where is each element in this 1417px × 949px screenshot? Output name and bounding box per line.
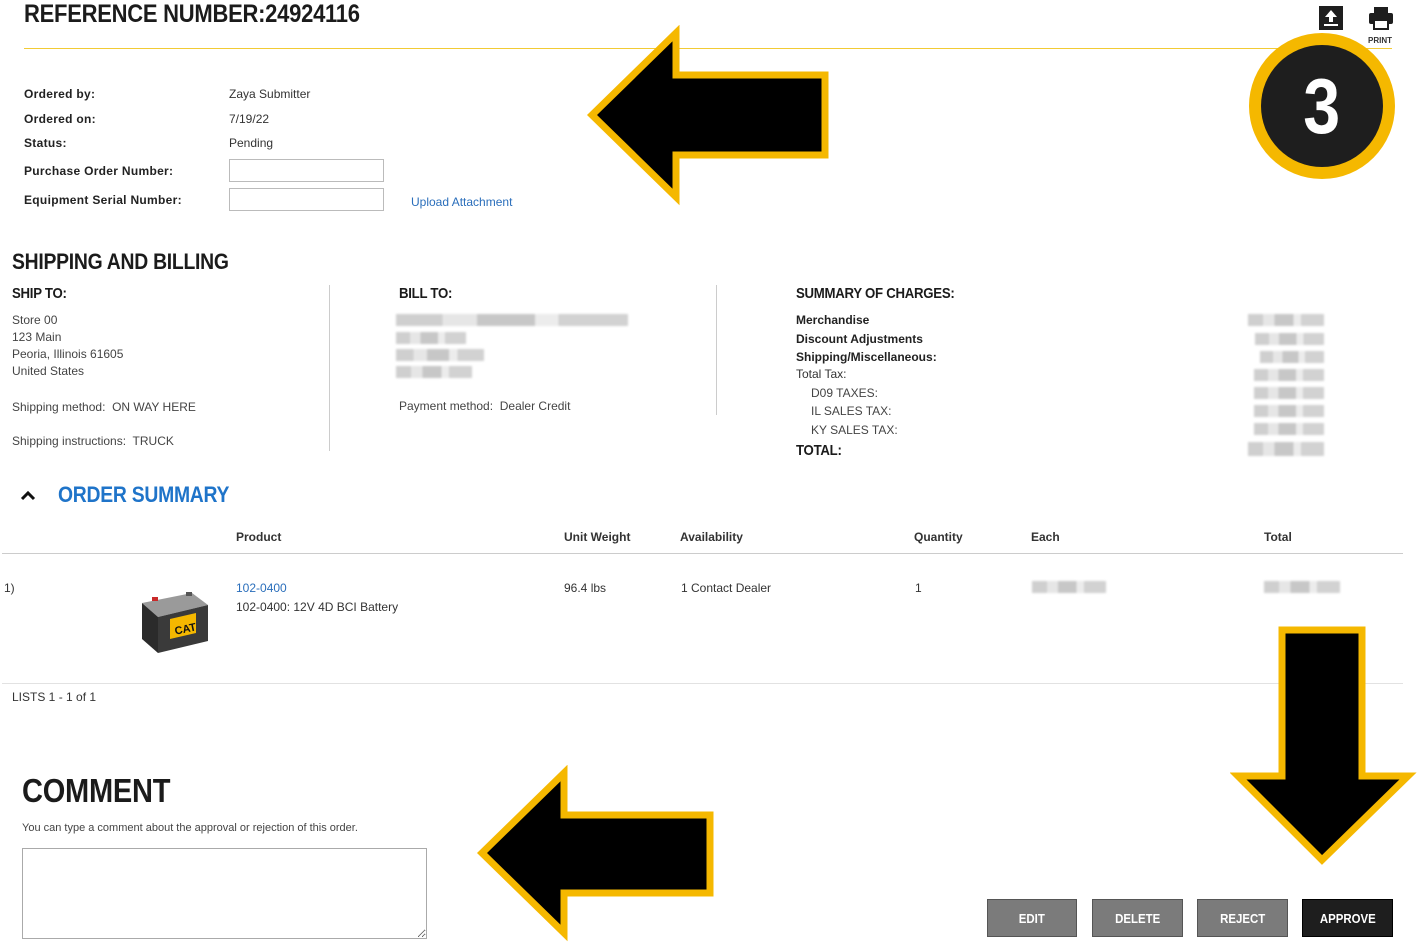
bill-to-redacted-line: [396, 314, 628, 326]
column-header-total: Total: [1264, 530, 1292, 544]
ship-to-line: Peoria, Illinois 61605: [12, 347, 124, 361]
pagination-text: LISTS 1 - 1 of 1: [12, 690, 97, 704]
total-price-redacted: [1264, 581, 1340, 593]
tax-line-amount-redacted: [1254, 423, 1324, 435]
column-header-quantity: Quantity: [914, 530, 963, 544]
status-value: Pending: [229, 136, 274, 150]
comment-title: COMMENT: [22, 772, 171, 809]
merchandise-label: Merchandise: [796, 313, 870, 327]
ship-to-line: United States: [12, 364, 85, 378]
annotation-arrow-left-icon: [586, 25, 829, 206]
column-header-each: Each: [1031, 530, 1060, 544]
availability-value: 1 Contact Dealer: [681, 581, 772, 595]
serial-number-input[interactable]: [229, 188, 384, 211]
tax-line-label: D09 TAXES:: [811, 386, 878, 400]
total-amount-redacted: [1248, 442, 1324, 456]
row-index: 1): [4, 581, 15, 595]
tax-line-label: IL SALES TAX:: [811, 404, 892, 418]
comment-textarea[interactable]: [22, 848, 427, 939]
column-header-unit-weight: Unit Weight: [564, 530, 631, 544]
step-badge: 3: [1249, 33, 1395, 179]
shipping-method: Shipping method: ON WAY HERE: [12, 399, 196, 416]
ordered-on-label: Ordered on:: [24, 112, 96, 126]
discount-amount-redacted: [1255, 333, 1324, 345]
payment-method-label: Payment method:: [399, 399, 494, 413]
total-label: TOTAL:: [796, 442, 842, 459]
unit-weight-value: 96.4 lbs: [564, 581, 607, 595]
ship-to-line: 123 Main: [12, 330, 62, 344]
bill-to-redacted-line: [396, 366, 472, 378]
comment-hint: You can type a comment about the approva…: [22, 822, 358, 834]
table-footer-divider: [2, 683, 1403, 684]
serial-number-label: Equipment Serial Number:: [24, 193, 182, 207]
product-description: 102-0400: 12V 4D BCI Battery: [236, 600, 399, 614]
tax-line-label: KY SALES TAX:: [811, 423, 898, 437]
reference-number-title: REFERENCE NUMBER:24924116: [24, 0, 360, 28]
po-number-label: Purchase Order Number:: [24, 164, 174, 178]
print-label: PRINT: [1368, 36, 1392, 45]
order-summary-title[interactable]: ORDER SUMMARY: [58, 482, 229, 508]
summary-of-charges-title: SUMMARY OF CHARGES:: [796, 285, 955, 302]
annotation-arrow-left-icon: [476, 765, 714, 942]
reject-button-label: REJECT: [1219, 910, 1266, 926]
ordered-by-value: Zaya Submitter: [229, 87, 311, 101]
shipping-billing-title: SHIPPING AND BILLING: [12, 249, 229, 274]
print-icon[interactable]: [1366, 5, 1396, 31]
discount-label: Discount Adjustments: [796, 332, 923, 346]
shipping-amount-redacted: [1260, 351, 1324, 363]
step-number: 3: [1303, 62, 1341, 150]
battery-product-image[interactable]: CAT: [138, 589, 210, 655]
table-header-divider: [2, 553, 1403, 554]
merchandise-amount-redacted: [1248, 314, 1324, 326]
edit-button-label: EDIT: [1018, 910, 1046, 926]
upload-icon[interactable]: [1318, 5, 1344, 31]
approve-button[interactable]: APPROVE: [1302, 899, 1393, 937]
payment-method: Payment method: Dealer Credit: [399, 398, 570, 415]
edit-button[interactable]: EDIT: [987, 899, 1077, 937]
bill-to-redacted-line: [396, 332, 466, 344]
upload-attachment-link[interactable]: Upload Attachment: [411, 195, 512, 209]
column-header-availability: Availability: [680, 530, 743, 544]
reject-button[interactable]: REJECT: [1197, 899, 1288, 937]
each-price-redacted: [1032, 581, 1106, 593]
bill-to-title: BILL TO:: [399, 285, 453, 302]
payment-method-value: Dealer Credit: [499, 399, 571, 413]
collapse-chevron-icon[interactable]: [19, 488, 37, 502]
shipping-method-value: ON WAY HERE: [112, 400, 196, 414]
ship-to-title: SHIP TO:: [12, 285, 67, 302]
column-divider: [329, 285, 330, 451]
shipping-method-label: Shipping method:: [12, 400, 106, 414]
ordered-on-value: 7/19/22: [229, 112, 270, 126]
column-divider: [716, 285, 717, 415]
ship-to-address: Store 00 123 Main Peoria, Illinois 61605…: [12, 312, 123, 380]
quantity-value: 1: [915, 581, 922, 595]
column-header-product: Product: [236, 530, 282, 544]
delete-button[interactable]: DELETE: [1092, 899, 1183, 937]
status-label: Status:: [24, 136, 67, 150]
delete-button-label: DELETE: [1114, 910, 1161, 926]
tax-line-amount-redacted: [1254, 405, 1324, 417]
ship-to-line: Store 00: [12, 313, 58, 327]
table-row: 1) CAT 102-0400 102-0400: 12V 4D BCI Bat…: [0, 560, 1410, 680]
ordered-by-label: Ordered by:: [24, 87, 96, 101]
shipping-instructions: Shipping instructions: TRUCK: [12, 433, 174, 450]
shipping-misc-label: Shipping/Miscellaneous:: [796, 350, 937, 364]
tax-amount-redacted: [1254, 369, 1324, 381]
bill-to-redacted-line: [396, 349, 484, 361]
total-tax-label: Total Tax:: [796, 367, 847, 381]
shipping-instructions-value: TRUCK: [132, 434, 174, 448]
po-number-input[interactable]: [229, 159, 384, 182]
part-number-link[interactable]: 102-0400: [236, 581, 287, 595]
approve-button-label: APPROVE: [1319, 910, 1376, 926]
shipping-instructions-label: Shipping instructions:: [12, 434, 127, 448]
annotation-arrow-down-icon: [1230, 626, 1417, 865]
tax-line-amount-redacted: [1254, 387, 1324, 399]
